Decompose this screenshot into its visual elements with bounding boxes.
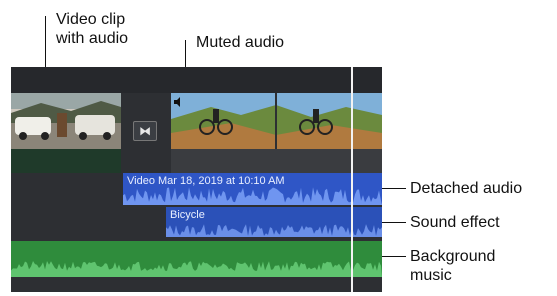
sound-effect-leader: [382, 222, 406, 223]
timeline-stripe: [11, 67, 382, 93]
video-clip-callout: Video clip with audio: [56, 11, 129, 47]
background-music-waveform: [11, 261, 382, 277]
detached-audio-callout: Detached audio: [410, 180, 523, 197]
clip-attached-audio: [11, 149, 121, 173]
sound-effect-callout: Sound effect: [410, 214, 500, 231]
background-music-clip[interactable]: [11, 241, 382, 277]
video-clip-with-audio[interactable]: [11, 93, 121, 173]
speaker-muted-icon: [174, 97, 184, 110]
waveform-path: [166, 224, 382, 237]
video-thumbnail: [11, 93, 121, 149]
sound-effect-clip-name: Bicycle: [170, 209, 205, 221]
transition-icon[interactable]: ⧓: [133, 121, 157, 141]
video-thumbnail-image: [11, 93, 121, 149]
sound-effect-clip[interactable]: Bicycle: [166, 207, 382, 237]
waveform-path: [123, 187, 382, 205]
muted-audio-callout: Muted audio: [196, 34, 285, 51]
detached-audio-clip-name: Video Mar 18, 2019 at 10:10 AM: [127, 175, 285, 187]
playhead[interactable]: [351, 67, 353, 292]
background-music-callout: Background music: [410, 248, 496, 284]
detached-audio-clip[interactable]: Video Mar 18, 2019 at 10:10 AM: [123, 173, 382, 205]
waveform-path: [11, 261, 382, 277]
timeline[interactable]: ⧓ Video Mar 18, 2019 at 10:10 AM Bicycle: [11, 67, 382, 292]
background-music-leader: [382, 256, 406, 257]
detached-audio-leader: [382, 188, 406, 189]
